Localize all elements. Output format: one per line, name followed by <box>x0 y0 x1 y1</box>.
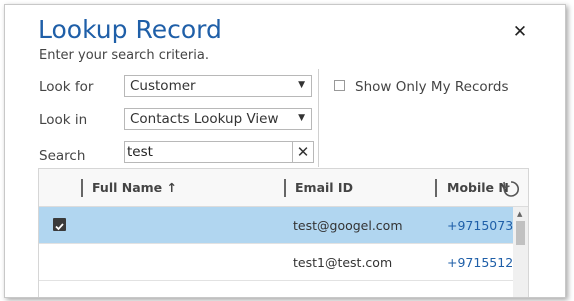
column-header-email[interactable]: Email ID <box>295 180 353 195</box>
column-header-mobile[interactable]: Mobile N <box>447 180 509 195</box>
search-label: Search <box>39 148 86 164</box>
chevron-down-icon: ▼ <box>298 80 305 90</box>
clear-icon[interactable]: ✕ <box>292 142 313 162</box>
cell-mobile[interactable]: +97150732 <box>447 218 521 233</box>
show-only-my-records-label: Show Only My Records <box>355 79 509 95</box>
lookup-record-dialog: Lookup Record Enter your search criteria… <box>4 4 566 298</box>
close-icon[interactable]: ✕ <box>510 22 530 42</box>
search-value: test <box>127 144 153 160</box>
look-in-value: Contacts Lookup View <box>130 111 279 127</box>
cell-email: test1@test.com <box>293 255 393 270</box>
dialog-subtitle: Enter your search criteria. <box>39 48 209 63</box>
column-header-full-name[interactable]: Full Name ↑ <box>92 180 177 195</box>
scrollbar-thumb[interactable] <box>516 221 525 245</box>
chevron-down-icon: ▼ <box>298 113 305 123</box>
refresh-icon[interactable] <box>501 179 521 199</box>
dialog-title: Lookup Record <box>38 15 222 44</box>
column-separator[interactable] <box>81 179 83 197</box>
cell-email: test@googel.com <box>293 218 403 233</box>
scroll-up-icon[interactable]: ▲ <box>517 210 522 218</box>
form-divider <box>318 69 319 167</box>
look-for-label: Look for <box>39 79 94 95</box>
search-input[interactable]: test ✕ <box>124 141 314 163</box>
checkbox-checked-icon[interactable] <box>53 218 66 231</box>
grid-header: Full Name ↑ Email ID Mobile N <box>39 169 528 207</box>
cell-mobile[interactable]: +97155123 <box>447 255 521 270</box>
table-row[interactable]: test@googel.com +97150732 <box>39 207 521 244</box>
vertical-scrollbar[interactable]: ▲ <box>513 207 528 297</box>
table-row[interactable]: test1@test.com +97155123 <box>39 244 521 281</box>
look-for-value: Customer <box>130 78 196 94</box>
results-grid: Full Name ↑ Email ID Mobile N test@googe… <box>38 168 529 297</box>
look-in-label: Look in <box>39 112 88 128</box>
column-separator[interactable] <box>284 179 286 197</box>
show-only-my-records-checkbox[interactable] <box>334 80 345 91</box>
look-for-select[interactable]: Customer ▼ <box>124 75 312 97</box>
column-separator[interactable] <box>435 179 437 197</box>
look-in-select[interactable]: Contacts Lookup View ▼ <box>124 108 312 130</box>
